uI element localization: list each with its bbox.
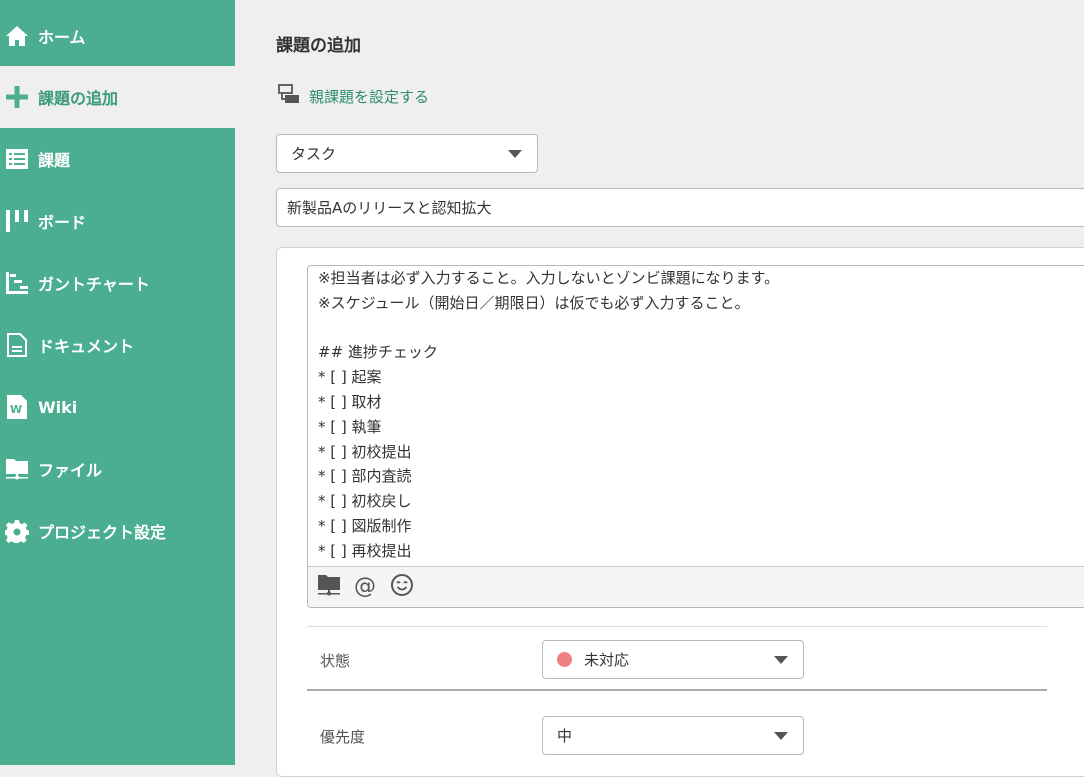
status-value: 未対応 — [584, 651, 630, 669]
chevron-down-icon — [774, 655, 788, 664]
svg-text:W: W — [10, 403, 22, 416]
issue-type-value: タスク — [291, 145, 337, 163]
emoji-icon[interactable] — [390, 573, 414, 601]
sidebar-item-issues[interactable]: 課題 — [0, 128, 235, 190]
description-line: * [ ] 起案 — [318, 368, 382, 387]
issue-type-select[interactable]: タスク — [276, 134, 538, 173]
sidebar-item-label: ホーム — [38, 28, 86, 47]
gear-icon — [0, 519, 38, 543]
description-line: * [ ] 初校戻し — [318, 492, 412, 511]
priority-select[interactable]: 中 — [542, 716, 804, 755]
sidebar-item-label: 課題の追加 — [38, 89, 119, 108]
description-line: * [ ] 図版制作 — [318, 516, 412, 535]
divider — [307, 626, 1047, 627]
description-line: * [ ] 再校提出 — [318, 541, 412, 560]
description-text[interactable]: ※担当者は必ず入力すること。入力しないとゾンビ課題になります。 ※スケジュール（開… — [318, 266, 779, 564]
sidebar-item-label: 課題 — [38, 151, 71, 170]
sidebar: ホーム 課題の追加 課題 ボード ガントチャート ドキュメント W Wiki フ… — [0, 0, 235, 765]
wiki-icon: W — [0, 395, 38, 419]
status-color-dot — [557, 652, 572, 667]
sidebar-item-documents[interactable]: ドキュメント — [0, 314, 235, 376]
chevron-down-icon — [508, 149, 522, 158]
divider — [307, 689, 1047, 691]
description-line: ※担当者は必ず入力すること。入力しないとゾンビ課題になります。 — [318, 269, 780, 287]
status-label: 状態 — [320, 652, 351, 670]
parent-issue-icon — [278, 84, 309, 108]
description-line: ※スケジュール（開始日／期限日）は仮でも必ず入力すること。 — [318, 293, 750, 312]
description-textarea[interactable]: ※担当者は必ず入力すること。入力しないとゾンビ課題になります。 ※スケジュール（開… — [307, 265, 1084, 608]
attach-file-icon[interactable] — [318, 574, 340, 600]
description-line: * [ ] 部内査読 — [318, 467, 412, 486]
sidebar-item-wiki[interactable]: W Wiki — [0, 376, 235, 438]
list-icon — [0, 149, 38, 169]
sidebar-item-label: Wiki — [38, 397, 78, 417]
main-content: 課題の追加 親課題を設定する タスク 新製品Aのリリースと認知拡大 ※担当者は必… — [235, 0, 1084, 777]
document-icon — [0, 333, 38, 357]
sidebar-item-label: ドキュメント — [38, 337, 135, 356]
page-title: 課題の追加 — [276, 36, 361, 56]
mention-icon[interactable]: @ — [354, 576, 376, 598]
parent-link-label: 親課題を設定する — [309, 87, 430, 106]
priority-label: 優先度 — [320, 728, 366, 746]
gantt-icon — [0, 272, 38, 294]
sidebar-item-board[interactable]: ボード — [0, 190, 235, 252]
sidebar-item-label: ガントチャート — [38, 275, 150, 294]
description-line: * [ ] 執筆 — [318, 417, 382, 436]
sidebar-item-project-settings[interactable]: プロジェクト設定 — [0, 500, 235, 562]
sidebar-item-add-issue[interactable]: 課題の追加 — [0, 66, 235, 128]
home-icon — [0, 25, 38, 47]
sidebar-item-label: ボード — [38, 213, 87, 232]
chevron-down-icon — [774, 731, 788, 740]
description-line: * [ ] 初校提出 — [318, 442, 412, 461]
status-select[interactable]: 未対応 — [542, 640, 804, 679]
description-line: * [ ] 取材 — [318, 392, 382, 411]
plus-icon — [0, 85, 38, 109]
sidebar-item-home[interactable]: ホーム — [0, 5, 235, 67]
summary-value: 新製品Aのリリースと認知拡大 — [287, 199, 492, 217]
editor-toolbar: @ — [308, 566, 1084, 607]
sidebar-item-label: プロジェクト設定 — [38, 523, 167, 542]
priority-value: 中 — [557, 727, 573, 745]
board-icon — [0, 210, 38, 232]
file-icon — [0, 458, 38, 480]
sidebar-item-files[interactable]: ファイル — [0, 438, 235, 500]
sidebar-item-gantt[interactable]: ガントチャート — [0, 252, 235, 314]
sidebar-item-label: ファイル — [38, 461, 103, 480]
set-parent-issue-link[interactable]: 親課題を設定する — [278, 84, 429, 108]
summary-input[interactable]: 新製品Aのリリースと認知拡大 — [276, 188, 1084, 227]
description-line — [318, 316, 779, 341]
description-line: ## 進捗チェック — [318, 343, 438, 362]
